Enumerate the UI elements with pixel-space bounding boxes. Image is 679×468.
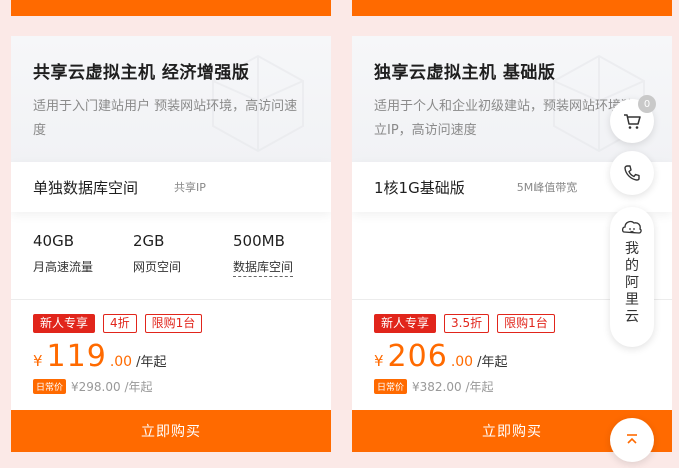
- stat-traffic: 40GB 月高速流量: [33, 232, 133, 299]
- tag-discount: 4折: [103, 314, 137, 333]
- price-decimal: .00: [109, 354, 133, 370]
- back-to-top-button[interactable]: [610, 418, 654, 462]
- daily-price-badge: 日常价: [33, 379, 67, 394]
- stat-label-tooltip[interactable]: 数据库空间: [233, 258, 294, 277]
- spec-main: 1核1G基础版: [374, 178, 465, 197]
- card-description: 适用于入门建站用户 预装网站环境，高访问速度: [33, 99, 298, 138]
- my-aliyun-label: 我的阿里云: [625, 241, 639, 325]
- cart-icon: [624, 114, 641, 129]
- stat-value: 500MB: [233, 232, 285, 250]
- previous-card-button-strip[interactable]: [352, 0, 672, 16]
- spec-main: 单独数据库空间: [33, 178, 139, 197]
- contact-button[interactable]: [610, 151, 654, 195]
- price: ¥ 119 .00 /年起: [33, 339, 309, 374]
- spec-sub: 5M峰值带宽: [516, 181, 578, 194]
- daily-price-badge: 日常价: [374, 379, 408, 394]
- stat-label: 网页空间: [133, 260, 182, 274]
- price-decimal: .00: [450, 354, 474, 370]
- buy-button[interactable]: 立即购买: [11, 410, 331, 452]
- price-integer: 119: [46, 339, 107, 374]
- stat-database-space: 500MB 数据库空间: [233, 232, 294, 299]
- face-icon: [621, 220, 642, 234]
- price-currency: ¥: [33, 352, 43, 370]
- tag-new-user: 新人专享: [374, 314, 437, 333]
- card-title: 独享云虚拟主机 基础版: [374, 63, 556, 83]
- price-area: 新人专享 4折 限购1台 ¥ 119 .00 /年起 日常价 ¥298.00 /…: [11, 300, 331, 410]
- stat-web-space: 2GB 网页空间: [133, 232, 233, 299]
- stat-value: 40GB: [33, 232, 75, 250]
- card-title: 共享云虚拟主机 经济增强版: [33, 63, 250, 83]
- stats-row: 40GB 月高速流量 2GB 网页空间 500MB 数据库空间: [11, 212, 331, 300]
- tag-discount: 3.5折: [444, 314, 490, 333]
- original-price-line: 日常价 ¥298.00 /年起: [33, 378, 309, 395]
- price-currency: ¥: [374, 352, 384, 370]
- card-header: 共享云虚拟主机 经济增强版 适用于入门建站用户 预装网站环境，高访问速度: [11, 36, 331, 162]
- stat-label: 月高速流量: [33, 260, 94, 274]
- original-price-line: 日常价 ¥382.00 /年起: [374, 378, 650, 395]
- phone-icon: [624, 165, 640, 181]
- previous-card-button-strip[interactable]: [11, 0, 331, 16]
- stat-value: 2GB: [133, 232, 165, 250]
- promo-tags: 新人专享 3.5折 限购1台: [374, 314, 650, 333]
- spec-sub: 共享IP: [174, 181, 206, 194]
- card-header: 独享云虚拟主机 基础版 适用于个人和企业初级建站，预装网站环境独立IP，高访问速…: [352, 36, 672, 162]
- price-integer: 206: [387, 339, 448, 374]
- spec-bar: 单独数据库空间 共享IP: [11, 162, 331, 212]
- price: ¥ 206 .00 /年起: [374, 339, 650, 374]
- my-aliyun-button[interactable]: 我的阿里云: [610, 207, 654, 347]
- card-description: 适用于个人和企业初级建站，预装网站环境独立IP，高访问速度: [374, 99, 635, 138]
- price-unit: /年起: [477, 355, 508, 370]
- cart-count-badge: 0: [638, 95, 656, 113]
- price-unit: /年起: [136, 355, 167, 370]
- product-card-shared-hosting: 共享云虚拟主机 经济增强版 适用于入门建站用户 预装网站环境，高访问速度 单独数…: [11, 36, 331, 452]
- promo-tags: 新人专享 4折 限购1台: [33, 314, 309, 333]
- tag-new-user: 新人专享: [33, 314, 96, 333]
- back-to-top-icon: [627, 434, 637, 444]
- original-price: ¥382.00 /年起: [412, 380, 494, 394]
- original-price: ¥298.00 /年起: [71, 380, 153, 394]
- tag-limit: 限购1台: [144, 314, 203, 333]
- tag-limit: 限购1台: [497, 314, 555, 333]
